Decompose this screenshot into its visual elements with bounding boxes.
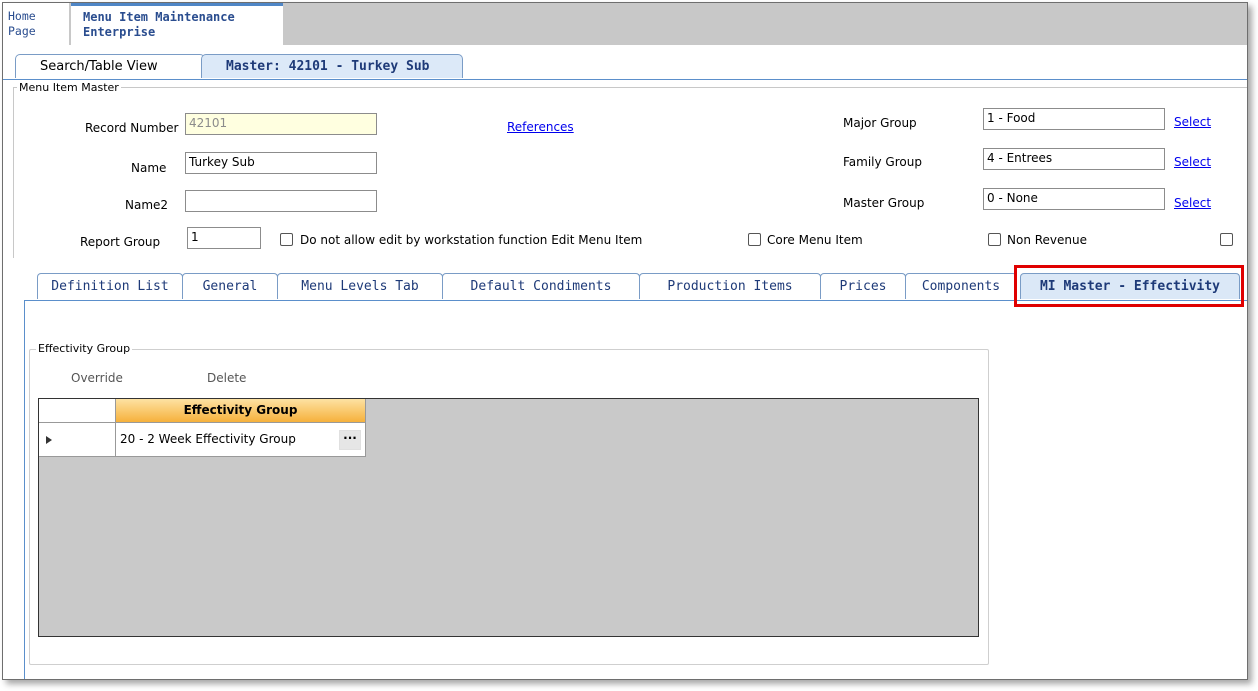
name-field[interactable]: Turkey Sub <box>185 152 377 174</box>
tab-master-record[interactable]: Master: 42101 - Turkey Sub <box>201 54 463 78</box>
tab-menu-levels[interactable]: Menu Levels Tab <box>277 273 443 299</box>
home-tab-line2: Page <box>8 24 36 38</box>
tab-general-label: General <box>202 279 258 294</box>
tab-search-table-view[interactable]: Search/Table View <box>15 54 205 78</box>
tab-mi-master-effectivity[interactable]: MI Master - Effectivity <box>1020 273 1240 299</box>
name2-field[interactable] <box>185 190 377 212</box>
major-group-field: 1 - Food <box>983 108 1165 130</box>
grid-column-header[interactable]: Effectivity Group <box>116 399 366 423</box>
row-pointer-icon <box>46 436 52 444</box>
tab-mi-master-effectivity-label: MI Master - Effectivity <box>1039 279 1220 294</box>
family-group-select-link[interactable]: Select <box>1174 155 1211 169</box>
family-group-label: Family Group <box>843 155 922 169</box>
non-revenue-label: Non Revenue <box>1007 233 1087 247</box>
grid-corner <box>39 399 116 423</box>
grid-cell-effectivity-group[interactable]: 20 - 2 Week Effectivity Group ··· <box>116 423 366 457</box>
report-group-field[interactable]: 1 <box>187 227 261 249</box>
grid-cell-value: 20 - 2 Week Effectivity Group <box>120 432 296 446</box>
detail-tabs: Definition List General Menu Levels Tab … <box>25 265 1247 301</box>
references-link[interactable]: References <box>507 120 574 134</box>
major-group-select-link[interactable]: Select <box>1174 115 1211 129</box>
override-button[interactable]: Override <box>71 371 123 385</box>
tab-production-items-label: Production Items <box>667 279 793 294</box>
app-tab-line1: Menu Item Maintenance <box>83 10 235 24</box>
record-number-label: Record Number <box>85 121 179 135</box>
tab-default-condiments[interactable]: Default Condiments <box>442 273 640 299</box>
report-group-label: Report Group <box>80 235 161 249</box>
no-edit-label: Do not allow edit by workstation functio… <box>300 233 643 247</box>
menu-item-master-legend: Menu Item Master <box>17 81 121 94</box>
record-number-field: 42101 <box>185 113 377 135</box>
tab-definition-list[interactable]: Definition List <box>37 273 183 299</box>
family-group-field: 4 - Entrees <box>983 148 1165 170</box>
tab-general[interactable]: General <box>182 273 278 299</box>
tab-search-label: Search/Table View <box>40 59 158 74</box>
panel-left-border <box>24 300 25 679</box>
core-menu-item-checkbox[interactable] <box>748 233 761 246</box>
effectivity-group-legend: Effectivity Group <box>36 342 133 355</box>
no-edit-checkbox[interactable] <box>280 233 293 246</box>
major-group-label: Major Group <box>843 116 917 130</box>
top-tab-bar: Home Page Menu Item Maintenance Enterpri… <box>3 3 1247 45</box>
effectivity-grid: Effectivity Group 20 - 2 Week Effectivit… <box>38 398 979 637</box>
tab-components-label: Components <box>921 279 1001 294</box>
name2-label: Name2 <box>125 198 169 212</box>
delete-button[interactable]: Delete <box>207 371 246 385</box>
ellipsis-button[interactable]: ··· <box>339 430 361 450</box>
master-group-label: Master Group <box>843 196 925 210</box>
row-selector[interactable] <box>39 423 116 457</box>
tab-components[interactable]: Components <box>905 273 1017 299</box>
tab-menu-levels-label: Menu Levels Tab <box>301 279 419 294</box>
tab-definition-list-label: Definition List <box>51 279 169 294</box>
home-page-tab[interactable]: Home Page <box>3 3 69 45</box>
tab-prices-label: Prices <box>839 279 887 294</box>
tab-default-condiments-label: Default Condiments <box>470 279 612 294</box>
tab-master-label: Master: 42101 - Turkey Sub <box>226 59 430 74</box>
master-group-field: 0 - None <box>983 188 1165 210</box>
name-label: Name <box>131 161 167 175</box>
home-tab-line1: Home <box>8 9 36 23</box>
core-menu-item-label: Core Menu Item <box>767 233 863 247</box>
extra-checkbox[interactable] <box>1220 233 1233 246</box>
menu-item-maintenance-tab[interactable]: Menu Item Maintenance Enterprise <box>71 3 283 45</box>
app-tab-line2: Enterprise <box>83 25 156 39</box>
non-revenue-checkbox[interactable] <box>988 233 1001 246</box>
tab-prices[interactable]: Prices <box>820 273 906 299</box>
app-window: Home Page Menu Item Maintenance Enterpri… <box>2 2 1248 680</box>
tab-production-items[interactable]: Production Items <box>639 273 821 299</box>
master-group-select-link[interactable]: Select <box>1174 196 1211 210</box>
view-tabs: Search/Table View Master: 42101 - Turkey… <box>3 45 1247 80</box>
